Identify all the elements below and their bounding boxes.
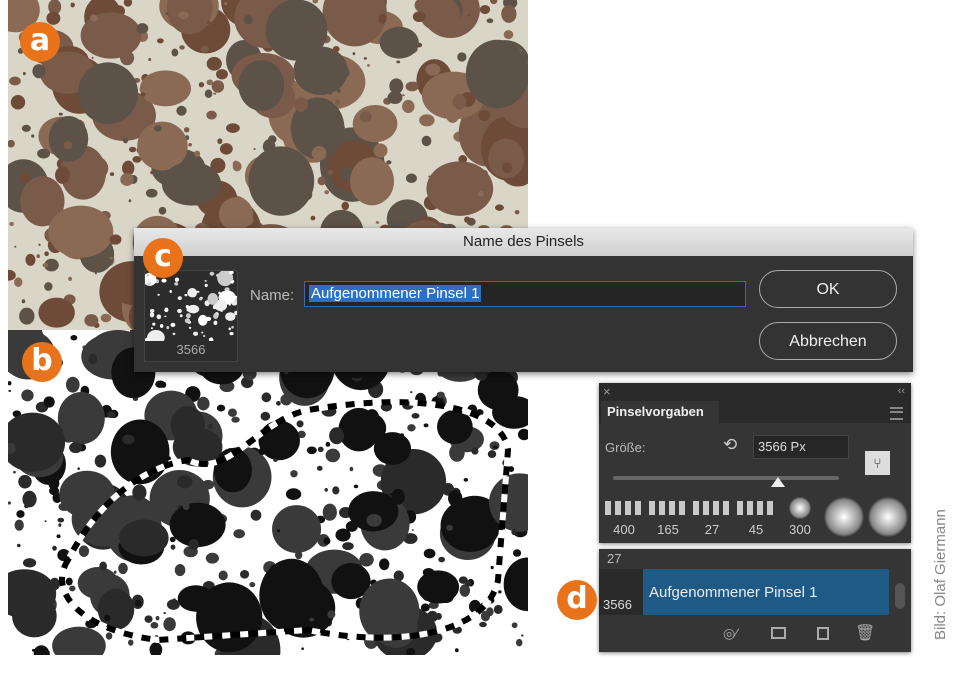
name-label: Name:: [250, 287, 295, 304]
toggle-visibility-icon[interactable]: ◎⁄: [723, 625, 738, 642]
size-slider-track[interactable]: [613, 476, 839, 480]
photo-texture-threshold: [0, 307, 552, 683]
brush-name-dialog: Name des Pinsels 3566 Name: Aufgenommene…: [134, 228, 913, 372]
collapse-icon[interactable]: ‹‹: [898, 385, 905, 397]
size-input[interactable]: 3566 Px: [753, 435, 849, 459]
brush-options-icon[interactable]: [771, 627, 786, 639]
badge-a: a: [20, 22, 60, 62]
selected-brush-size: 3566: [603, 597, 632, 612]
selected-brush-name: Aufgenommener Pinsel 1: [649, 584, 818, 601]
brush-preset[interactable]: 400: [601, 493, 647, 539]
brush-presets-panel: × ‹‹ Pinselvorgaben Größe: ⟲ 3566 Px ⑂ 4…: [599, 383, 911, 543]
cancel-button[interactable]: Abbrechen: [759, 322, 897, 360]
name-input[interactable]: Aufgenommener Pinsel 1: [304, 281, 746, 307]
dialog-title: Name des Pinsels: [134, 228, 913, 256]
textured-brush-icon: [649, 501, 687, 515]
brush-thumbnail: 3566: [142, 270, 239, 362]
brush-list-panel: 27 3566 Aufgenommener Pinsel 1 ◎⁄ 🗑: [599, 549, 911, 652]
brush-preset[interactable]: 27: [689, 493, 735, 539]
badge-c: c: [143, 238, 183, 278]
reset-icon[interactable]: ⟲: [723, 435, 737, 455]
soft-brush-icon: [824, 497, 864, 537]
badge-d: d: [557, 580, 597, 620]
scrollbar[interactable]: [895, 583, 905, 609]
preset-size: 45: [748, 522, 764, 537]
brush-preset[interactable]: [865, 493, 911, 539]
brush-preset[interactable]: 300: [777, 493, 823, 539]
brush-list-item-size: 27: [607, 551, 622, 566]
preset-size: 27: [704, 522, 720, 537]
soft-brush-icon: [868, 497, 908, 537]
panel-menu-icon[interactable]: [890, 407, 903, 420]
preset-size: 300: [789, 522, 811, 537]
image-credit: Bild: Olaf Giermann: [932, 509, 949, 640]
brush-preset[interactable]: 45: [733, 493, 779, 539]
trash-icon[interactable]: 🗑: [855, 623, 875, 643]
ok-button[interactable]: OK: [759, 270, 897, 308]
brush-preset[interactable]: [821, 493, 867, 539]
preset-size: 165: [657, 522, 679, 537]
tab-pinselvorgaben[interactable]: Pinselvorgaben: [601, 401, 719, 425]
close-icon[interactable]: ×: [603, 384, 611, 399]
size-slider-thumb[interactable]: [770, 477, 785, 487]
brush-preset[interactable]: 165: [645, 493, 691, 539]
textured-brush-icon: [737, 501, 775, 515]
preset-size: 400: [613, 522, 635, 537]
new-folder-icon[interactable]: ⑂: [865, 451, 890, 475]
new-preset-icon[interactable]: [817, 627, 829, 640]
size-label: Größe:: [605, 440, 646, 455]
brush-list-item-selected[interactable]: 3566 Aufgenommener Pinsel 1: [599, 569, 889, 615]
brush-size-label: 3566: [176, 342, 206, 357]
soft-brush-icon: [789, 497, 811, 519]
name-input-value: Aufgenommener Pinsel 1: [309, 285, 482, 302]
textured-brush-icon: [693, 501, 731, 515]
textured-brush-icon: [605, 501, 643, 515]
badge-b: b: [22, 342, 62, 382]
